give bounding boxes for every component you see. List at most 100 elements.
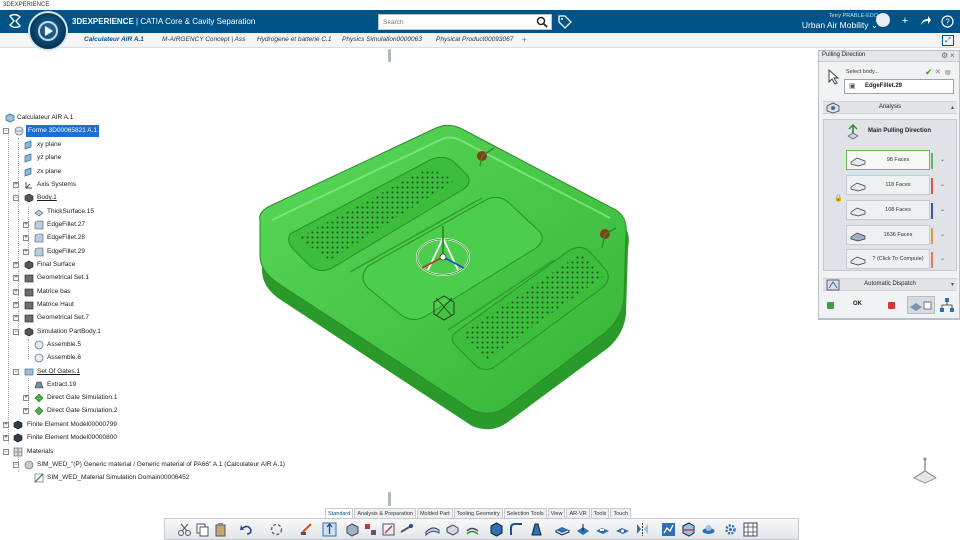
search-box[interactable] bbox=[378, 14, 552, 30]
render-icon[interactable] bbox=[701, 522, 716, 537]
undo-icon[interactable] bbox=[239, 522, 254, 537]
split-icon[interactable] bbox=[363, 522, 378, 537]
tab-hydrogene-batterie[interactable]: Hydrogene et batterie C.1 bbox=[257, 36, 337, 43]
shell-icon[interactable] bbox=[555, 522, 570, 537]
avatar[interactable] bbox=[876, 13, 890, 27]
search-input[interactable] bbox=[379, 15, 529, 29]
sketch-icon[interactable] bbox=[299, 522, 314, 537]
collapse-icon[interactable]: − bbox=[13, 195, 19, 201]
action-tab-selection-tools[interactable]: Selection Tools bbox=[503, 508, 547, 518]
measure-icon[interactable] bbox=[399, 522, 414, 537]
chevron-down-icon[interactable]: ⌄ bbox=[940, 156, 945, 163]
clear-icon[interactable]: ✕ bbox=[935, 68, 941, 76]
action-tab-tooling-geometry[interactable]: Tooling Geometry bbox=[453, 508, 503, 518]
hole-icon[interactable] bbox=[615, 522, 630, 537]
collab-space-selector[interactable]: Urban Air Mobility ⌄ bbox=[802, 20, 878, 30]
maximize-icon[interactable]: ⤢ bbox=[942, 35, 954, 46]
settings-icon[interactable] bbox=[723, 522, 738, 537]
tab-calculateur-air[interactable]: Calculateur AIR A.1 bbox=[84, 36, 150, 43]
expand-icon[interactable]: + bbox=[23, 222, 29, 228]
collapse-icon[interactable]: − bbox=[13, 462, 19, 468]
ds-logo-icon[interactable] bbox=[8, 13, 22, 29]
cube-icon[interactable] bbox=[489, 522, 504, 537]
collapse-icon[interactable]: − bbox=[13, 329, 19, 335]
action-tab-molded-part[interactable]: Molded Part bbox=[416, 508, 453, 518]
draft-icon[interactable] bbox=[529, 522, 544, 537]
face-group-row[interactable]: 98 Faces ⌄ bbox=[846, 150, 945, 170]
selected-body-field[interactable]: ▣ EdgeFillet.29 bbox=[844, 79, 954, 94]
add-icon[interactable]: + bbox=[898, 14, 912, 28]
core-cavity-icon[interactable] bbox=[345, 522, 360, 537]
gear-icon[interactable]: ⚙ bbox=[941, 51, 948, 60]
surface-icon[interactable] bbox=[425, 522, 440, 537]
action-tab-tools[interactable]: Tools bbox=[590, 508, 610, 518]
ok-button[interactable]: OK bbox=[853, 301, 862, 307]
transform-icon[interactable] bbox=[381, 522, 396, 537]
check-icon[interactable]: ✔ bbox=[925, 67, 933, 78]
collapse-icon[interactable]: − bbox=[3, 449, 9, 455]
expand-icon[interactable]: + bbox=[23, 235, 29, 241]
compass-icon[interactable] bbox=[28, 11, 68, 51]
section-icon[interactable] bbox=[681, 522, 696, 537]
ok-checkbox-icon[interactable] bbox=[827, 302, 834, 309]
face-group-row[interactable]: 118 Faces ⌄ bbox=[846, 175, 945, 195]
expand-icon[interactable]: + bbox=[3, 435, 9, 441]
expand-icon[interactable]: + bbox=[13, 302, 19, 308]
expand-icon[interactable]: + bbox=[13, 182, 19, 188]
user-block[interactable]: Terry PRABLE-EDO Urban Air Mobility ⌄ bbox=[802, 13, 878, 31]
tab-physical-product[interactable]: Physical Product00093067 bbox=[436, 36, 518, 43]
update-icon[interactable] bbox=[269, 522, 284, 537]
part-3d-model[interactable] bbox=[250, 120, 650, 450]
close-icon[interactable]: × bbox=[950, 51, 955, 60]
analysis-icon[interactable] bbox=[661, 522, 676, 537]
expand-icon[interactable]: + bbox=[23, 408, 29, 414]
analysis-section-header[interactable]: Analysis ▴ bbox=[823, 101, 957, 114]
help-icon[interactable]: ? bbox=[940, 14, 954, 28]
3d-compass-icon[interactable] bbox=[910, 456, 940, 486]
face-group-row[interactable]: 1636 Faces ⌄ bbox=[846, 225, 945, 245]
extrude-icon[interactable] bbox=[445, 522, 460, 537]
rib-icon[interactable] bbox=[575, 522, 590, 537]
action-tab-view[interactable]: View bbox=[547, 508, 566, 518]
chevron-down-icon[interactable]: ⌄ bbox=[940, 206, 945, 213]
expand-icon[interactable]: + bbox=[23, 395, 29, 401]
splitter-handle[interactable] bbox=[388, 49, 391, 62]
face-group-row[interactable]: ? (Click To Compute) ⌄ bbox=[846, 249, 945, 269]
action-tab-analysis-preparation[interactable]: Analysis & Preparation bbox=[354, 508, 416, 518]
chevron-down-icon[interactable]: ⌄ bbox=[940, 231, 945, 238]
offset-icon[interactable] bbox=[465, 522, 480, 537]
tab-physics-simulation[interactable]: Physics Simulation0000063 bbox=[342, 36, 428, 43]
share-icon[interactable] bbox=[918, 14, 932, 28]
add-tab-button[interactable]: + bbox=[522, 35, 527, 44]
search-icon[interactable] bbox=[536, 16, 548, 28]
list-icon[interactable]: ▤ bbox=[945, 69, 951, 76]
action-tab-ar-vr[interactable]: AR-VR bbox=[566, 508, 590, 518]
lock-icon[interactable]: 🔒 bbox=[834, 194, 843, 202]
mirror-icon[interactable] bbox=[635, 522, 650, 537]
pulling-direction-icon[interactable] bbox=[322, 522, 337, 537]
chevron-down-icon[interactable]: ⌄ bbox=[940, 255, 945, 262]
splitter-handle[interactable] bbox=[388, 492, 391, 506]
expand-icon[interactable]: + bbox=[13, 275, 19, 281]
fillet-tool-icon[interactable] bbox=[509, 522, 524, 537]
chevron-down-icon[interactable]: ⌄ bbox=[940, 181, 945, 188]
grid-icon[interactable] bbox=[743, 522, 758, 537]
expand-icon[interactable]: + bbox=[3, 422, 9, 428]
expand-icon[interactable]: + bbox=[23, 249, 29, 255]
collapse-icon[interactable]: − bbox=[3, 128, 9, 134]
expand-icon[interactable]: + bbox=[13, 262, 19, 268]
pocket-icon[interactable] bbox=[595, 522, 610, 537]
action-tab-standard[interactable]: Standard bbox=[325, 508, 354, 518]
preview-options-icon[interactable] bbox=[907, 296, 935, 314]
paste-icon[interactable] bbox=[213, 522, 228, 537]
cut-icon[interactable] bbox=[177, 522, 192, 537]
expand-icon[interactable]: + bbox=[13, 315, 19, 321]
action-tab-touch[interactable]: Touch bbox=[610, 508, 632, 518]
tab-m-airgency-concept[interactable]: M-AIRGENCY Concept | Ass bbox=[162, 36, 248, 43]
cancel-icon[interactable] bbox=[888, 302, 895, 309]
face-group-row[interactable]: 108 Faces ⌄ bbox=[846, 200, 945, 220]
tree-structure-icon[interactable] bbox=[939, 297, 955, 313]
collapse-icon[interactable]: − bbox=[13, 369, 19, 375]
automatic-dispatch-row[interactable]: Automatic Dispatch ▾ bbox=[823, 278, 957, 291]
expand-icon[interactable]: + bbox=[13, 289, 19, 295]
